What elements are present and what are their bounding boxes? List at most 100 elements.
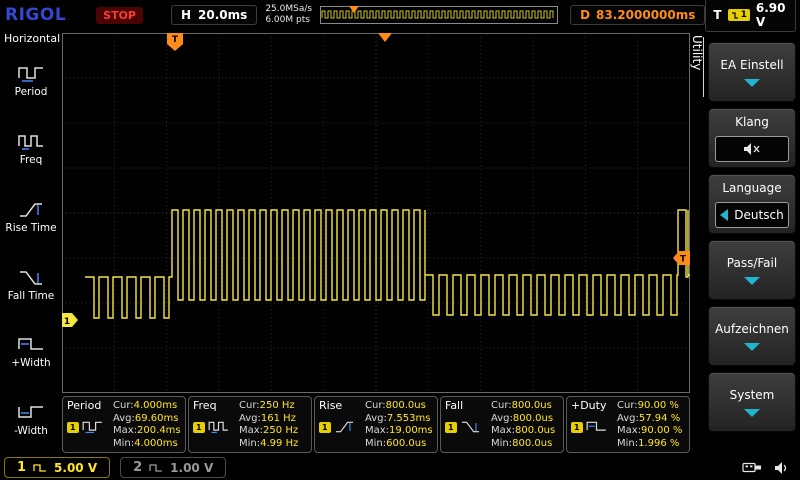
meas-row: Min:4.99 Hz [239,438,308,449]
meas-row: Cur:250 Hz [239,400,308,411]
sidebar-item-label: Fall Time [8,291,54,303]
pwidth-icon [586,420,607,434]
pwidth-icon [18,336,44,354]
meas-name: Rise [319,399,363,412]
meas-source: 1 [193,420,237,434]
language-value: Deutsch [734,208,783,222]
menu-system[interactable]: System [708,372,796,432]
sidebar-item-period[interactable]: Period [0,48,62,116]
trigger-info-box[interactable]: T 1 6.90 V [705,0,796,32]
svg-text:T: T [172,35,179,45]
meas-row: Avg:800.0us [491,413,560,424]
nwidth-icon [18,404,44,422]
chevron-down-icon [744,277,760,285]
sidebar-item-width[interactable]: +Width [0,319,62,387]
channel-badge: 1 [67,422,79,433]
beeper-icon[interactable] [774,461,790,475]
menu-ea-einstell[interactable]: EA Einstell [708,42,796,102]
horizontal-scale-box[interactable]: H 20.0ms [171,5,257,25]
channel-1-scale: 5.00 V [54,461,97,475]
delay-label: D [580,8,590,22]
meas-row: Avg:161 Hz [239,413,308,424]
sidebar-item-label: Rise Time [5,223,56,235]
meas-row: Min:600.0us [365,438,434,449]
sidebar-item-width[interactable]: -Width [0,387,62,455]
sidebar-item-label: -Width [14,426,48,438]
meas-source: 1 [571,420,615,434]
measurement-rise[interactable]: Rise 1 Cur:800.0us Avg:7.553msMax:19.00ms… [314,396,438,453]
meas-row: Max:250 Hz [239,425,308,436]
meas-name: Fall [445,399,489,412]
sidebar-item-label: +Width [11,358,50,370]
measurement-freq[interactable]: Freq 1 Cur:250 Hz Avg:161 HzMax:250 Hz Min… [188,396,312,453]
menu-label: Pass/Fail [727,256,777,270]
channel-badge: 1 [193,422,205,433]
channel-2-box[interactable]: 2 1.00 V [120,457,226,478]
meas-header: Freq 1 [193,399,237,450]
meas-row: Avg:7.553ms [365,413,434,424]
meas-values: Cur:90.00 %Avg:57.94 %Max:90.00 %Min:1.9… [617,399,686,450]
chevron-down-icon [744,409,760,417]
delay-box[interactable]: D 83.2000000ms [570,5,705,25]
period-icon [82,420,103,434]
menu-label: System [730,388,775,402]
meas-row: Max:19.00ms [365,425,434,436]
menu-klang[interactable]: Klang [708,108,796,168]
meas-name: Period [67,399,111,412]
run-state-badge[interactable]: STOP [96,7,143,24]
channel-badge: 1 [571,422,583,433]
trigger-position-flag[interactable]: T [167,33,183,51]
h-value: 20.0ms [198,8,247,22]
meas-source: 1 [67,420,111,434]
speaker-mute-icon [743,142,762,156]
ch1-level-marker[interactable]: 1 [62,313,78,327]
menu-aufzeichnen[interactable]: Aufzeichnen [708,306,796,366]
meas-name: +Duty [571,399,615,412]
sidebar-item-rise-time[interactable]: Rise Time [0,184,62,252]
left-sidebar-items: PeriodFreq Rise Time Fall Time +Width -Width [0,48,62,455]
menu-language[interactable]: LanguageDeutsch [708,174,796,234]
meas-row: Cur:4.000ms [113,400,182,411]
menu-pass-fail[interactable]: Pass/Fail [708,240,796,300]
svg-text:1: 1 [64,317,70,327]
meas-header: Rise 1 [319,399,363,450]
meas-values: Cur:800.0us Avg:7.553msMax:19.00ms Min:600… [365,399,434,450]
right-menu: EA EinstellKlangLanguageDeutsch Pass/Fail… [708,42,796,432]
meas-row: Avg:69.60ms [113,413,182,424]
meas-row: Min:4.000ms [113,438,182,449]
meas-source: 1 [319,420,363,434]
measurement-fall[interactable]: Fall 1 Cur:800.0usAvg:800.0usMax:800.0us… [440,396,564,453]
channel-2-scale: 1.00 V [170,461,213,475]
meas-row: Cur:800.0us [365,400,434,411]
sidebar-item-fall-time[interactable]: Fall Time [0,251,62,319]
meas-header: Period 1 [67,399,111,450]
ch1-waveform [85,210,690,318]
language-value-box: Deutsch [715,202,789,228]
trigger-level-marker[interactable]: T [673,251,690,265]
freq-icon [18,133,44,151]
oscilloscope-screen: RIGOL STOP H 20.0ms 25.0MSa/s 6.00M pts … [0,0,800,480]
h-label: H [181,8,191,22]
sidebar-title: Horizontal [0,30,62,48]
measurement-period[interactable]: Period 1 Cur:4.000ms Avg:69.60msMax:200.4… [62,396,186,453]
delay-position-marker[interactable] [378,33,392,42]
trigger-level-value: 6.90 V [756,1,788,29]
sample-rate: 25.0MSa/s [265,4,312,15]
menu-label: Aufzeichnen [715,322,789,336]
right-panel: Utility EA EinstellKlangLanguageDeutsch P… [690,30,800,455]
meas-row: Max:200.4ms [113,425,182,436]
menu-title: Utility [690,35,704,70]
trigger-channel-number: 1 [741,10,747,20]
sidebar-item-freq[interactable]: Freq [0,116,62,184]
channel-bar: 1 5.00 V 2 1.00 V [0,455,800,480]
meas-values: Cur:4.000ms Avg:69.60msMax:200.4ms Min:4.0… [113,399,182,450]
channel-1-box[interactable]: 1 5.00 V [4,457,110,478]
waveform-preview-strip[interactable] [320,6,558,24]
chevron-down-icon [744,79,760,87]
rigol-logo: RIGOL [5,5,66,25]
measurement-duty[interactable]: +Duty 1 Cur:90.00 %Avg:57.94 %Max:90.00 … [566,396,690,453]
menu-separator [703,37,704,97]
fall-icon [460,420,481,434]
usb-icon[interactable] [742,461,762,474]
measure-bar: Period 1 Cur:4.000ms Avg:69.60msMax:200.4… [62,396,690,453]
